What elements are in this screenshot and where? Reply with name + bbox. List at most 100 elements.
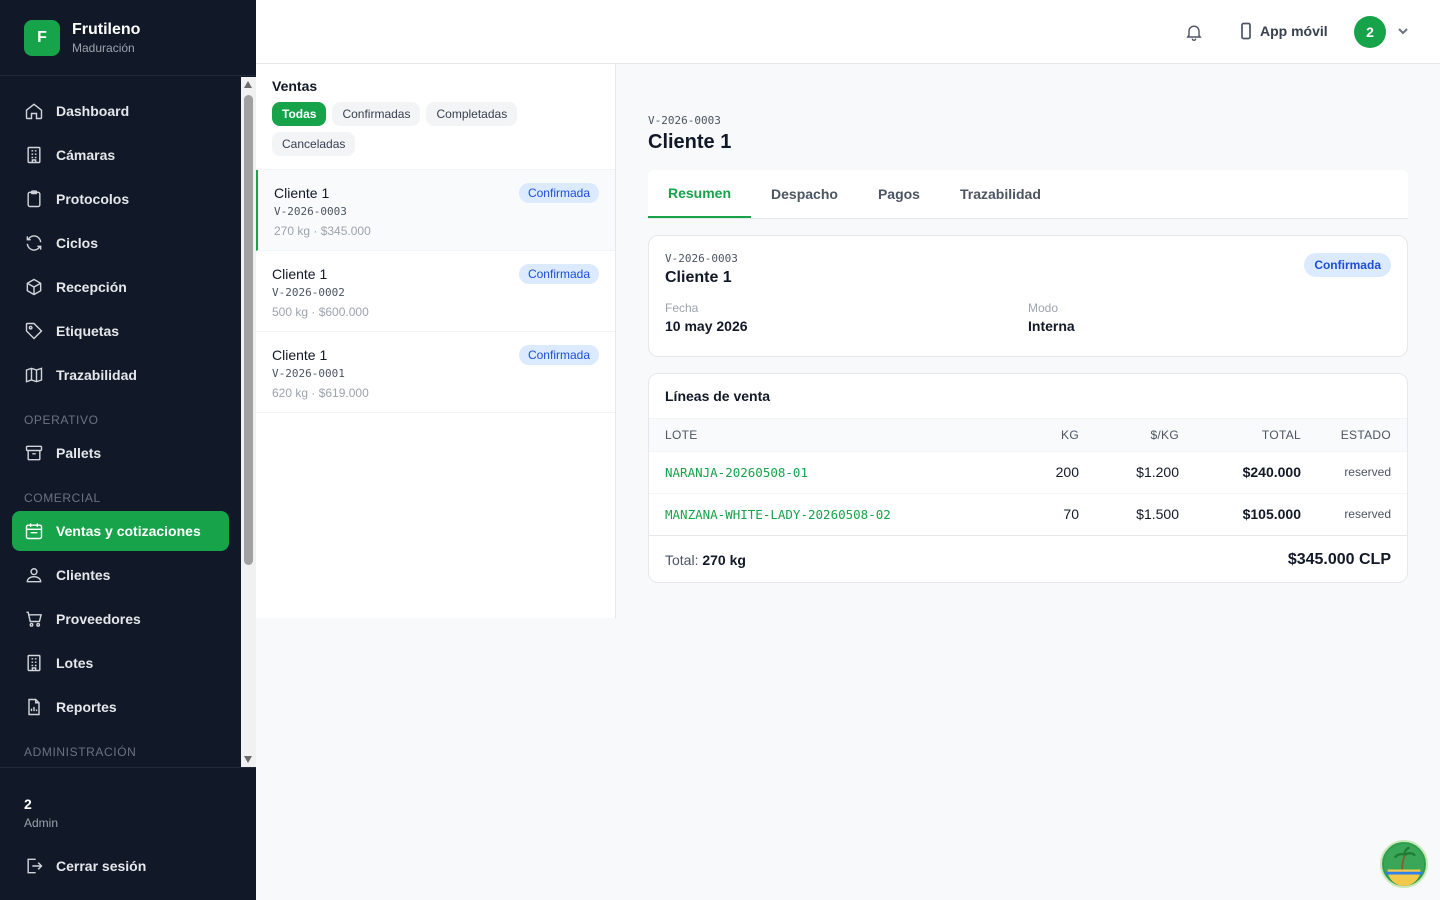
sale-lines-table: LOTE KG $/KG TOTAL ESTADO NARANJA-202605… xyxy=(649,419,1407,535)
sidebar-scrollbar[interactable] xyxy=(241,77,256,767)
status-badge: Confirmada xyxy=(1304,253,1391,277)
sidebar-item-ventas[interactable]: Ventas y cotizaciones xyxy=(12,511,229,551)
table-row: NARANJA-20260508-01 200 $1.200 $240.000 … xyxy=(649,450,1407,493)
brand-logo: F xyxy=(24,19,60,56)
total-amount: $345.000 CLP xyxy=(1287,550,1391,568)
scroll-thumb[interactable] xyxy=(244,95,253,565)
home-icon xyxy=(25,103,43,120)
scroll-up-arrow[interactable] xyxy=(244,81,252,88)
sidebar-item-dashboard[interactable]: Dashboard xyxy=(12,91,229,131)
building-icon xyxy=(27,146,41,164)
sidebar-item-pallets[interactable]: Pallets xyxy=(12,433,229,473)
sidebar-item-label: Etiquetas xyxy=(56,323,120,339)
logout-icon xyxy=(27,858,43,874)
sidebar-footer: 2 Admin Cerrar sesión xyxy=(0,767,256,876)
brand-name: Frutileno xyxy=(72,20,141,38)
map-icon xyxy=(25,367,43,383)
status-badge: Confirmada xyxy=(518,183,599,203)
sidebar: F Frutileno Maduración Dashboard Cámaras… xyxy=(0,0,256,900)
sidebar-item-label: Recepción xyxy=(56,279,127,295)
field-label: Modo xyxy=(1028,301,1059,315)
building-icon xyxy=(27,654,41,672)
cell-estado: reserved xyxy=(1301,492,1407,535)
sidebar-nav: Dashboard Cámaras Protocolos Ciclos Rece… xyxy=(0,77,241,767)
filter-canceladas[interactable]: Canceladas xyxy=(272,132,356,156)
sidebar-item-clientes[interactable]: Clientes xyxy=(12,555,229,595)
field-fecha: Fecha 10 may 2026 xyxy=(665,301,1028,334)
tab-trazabilidad[interactable]: Trazabilidad xyxy=(940,170,1061,218)
list-item[interactable]: Cliente 1 V-2026-0001 620 kg · $619.000 … xyxy=(256,332,615,413)
filter-todas[interactable]: Todas xyxy=(272,102,327,126)
col-header-total: TOTAL xyxy=(1179,419,1301,451)
brand[interactable]: F Frutileno Maduración xyxy=(0,0,256,76)
filter-completadas[interactable]: Completadas xyxy=(426,102,518,126)
col-header-lote: LOTE xyxy=(649,419,959,451)
field-value: Interna xyxy=(1028,318,1075,334)
logout-label: Cerrar sesión xyxy=(56,858,147,874)
refresh-icon xyxy=(26,235,42,251)
sidebar-item-camaras[interactable]: Cámaras xyxy=(12,135,229,175)
total-label: Total: xyxy=(665,551,699,568)
user-role: Admin xyxy=(24,816,59,830)
topbar: App móvil 2 xyxy=(256,0,1440,64)
sidebar-item-label: Cámaras xyxy=(56,147,116,163)
cell-kg: 70 xyxy=(959,492,1079,535)
list-item[interactable]: Cliente 1 V-2026-0002 500 kg · $600.000 … xyxy=(256,251,615,332)
list-item[interactable]: Cliente 1 V-2026-0003 270 kg · $345.000 … xyxy=(256,170,615,251)
sale-meta: 620 kg · $619.000 xyxy=(272,386,369,400)
nav-section-administracion: ADMINISTRACIÓN xyxy=(24,745,137,759)
nav-section-operativo: OPERATIVO xyxy=(24,413,99,427)
sale-meta: 270 kg · $345.000 xyxy=(274,224,371,238)
sale-detail: V-2026-0003 Cliente 1 Resumen Despacho P… xyxy=(648,64,1408,583)
sidebar-item-trazabilidad[interactable]: Trazabilidad xyxy=(12,355,229,395)
summary-code: V-2026-0003 xyxy=(665,252,738,265)
notifications-button[interactable] xyxy=(1184,22,1204,42)
sidebar-item-label: Lotes xyxy=(56,655,94,671)
user-name: 2 xyxy=(24,796,32,812)
list-title: Ventas xyxy=(272,78,318,94)
app-movil-button[interactable]: App móvil xyxy=(1238,22,1328,40)
field-modo: Modo Interna xyxy=(1028,301,1391,334)
clipboard-icon xyxy=(27,190,41,208)
sidebar-item-label: Pallets xyxy=(56,445,102,461)
user-menu-toggle[interactable] xyxy=(1396,24,1410,38)
sidebar-item-label: Reportes xyxy=(56,699,117,715)
sidebar-item-ciclos[interactable]: Ciclos xyxy=(12,223,229,263)
status-badge: Confirmada xyxy=(518,345,599,365)
bell-icon xyxy=(1186,25,1202,41)
detail-tabs: Resumen Despacho Pagos Trazabilidad xyxy=(648,170,1408,219)
sidebar-item-protocolos[interactable]: Protocolos xyxy=(12,179,229,219)
tab-pagos[interactable]: Pagos xyxy=(858,170,940,218)
sidebar-item-reportes[interactable]: Reportes xyxy=(12,687,229,727)
sidebar-item-etiquetas[interactable]: Etiquetas xyxy=(12,311,229,351)
lines-footer: Total: 270 kg $345.000 CLP xyxy=(649,535,1407,583)
sidebar-item-lotes[interactable]: Lotes xyxy=(12,643,229,683)
field-label: Fecha xyxy=(665,301,699,315)
floating-assistant-button[interactable] xyxy=(1380,840,1428,888)
brand-subtitle: Maduración xyxy=(72,40,135,55)
island-icon xyxy=(1383,843,1425,886)
filter-confirmadas[interactable]: Confirmadas xyxy=(332,102,421,126)
sidebar-item-recepcion[interactable]: Recepción xyxy=(12,267,229,307)
lote-link[interactable]: MANZANA-WHITE-LADY-20260508-02 xyxy=(649,492,959,535)
avatar[interactable]: 2 xyxy=(1354,16,1386,48)
users-icon xyxy=(26,568,42,583)
col-header-price: $/KG xyxy=(1079,419,1179,451)
tab-resumen[interactable]: Resumen xyxy=(648,170,752,218)
sale-code: V-2026-0002 xyxy=(272,286,345,299)
archive-icon xyxy=(25,445,43,461)
scroll-down-arrow[interactable] xyxy=(244,756,252,763)
calendar-icon xyxy=(25,523,43,540)
tab-despacho[interactable]: Despacho xyxy=(751,170,858,218)
col-header-kg: KG xyxy=(959,419,1079,451)
cell-price: $1.200 xyxy=(1079,450,1179,493)
field-value: 10 may 2026 xyxy=(665,318,748,334)
cart-icon xyxy=(26,611,42,627)
cell-kg: 200 xyxy=(959,450,1079,493)
total-kg-value: 270 kg xyxy=(702,551,746,568)
status-badge: Confirmada xyxy=(518,264,599,284)
sidebar-item-proveedores[interactable]: Proveedores xyxy=(12,599,229,639)
lote-link[interactable]: NARANJA-20260508-01 xyxy=(649,450,959,493)
sale-lines-card: Líneas de venta LOTE KG $/KG TOTAL ESTAD… xyxy=(648,373,1408,583)
logout-button[interactable]: Cerrar sesión xyxy=(24,856,232,876)
